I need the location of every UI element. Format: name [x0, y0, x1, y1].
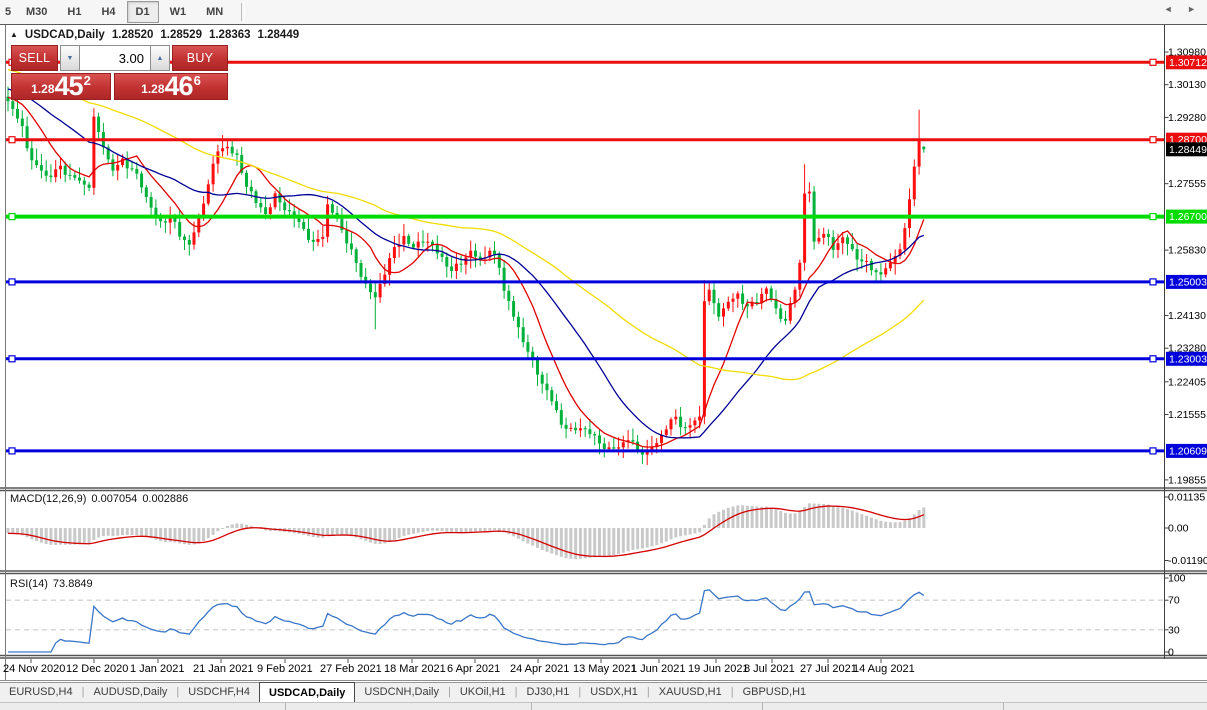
- svg-text:70: 70: [1168, 595, 1180, 607]
- macd-label: MACD(12,26,9) 0.007054 0.002886: [10, 493, 188, 505]
- sell-button[interactable]: SELL: [11, 45, 58, 71]
- chart-symbol-label: USDCAD,Daily: [24, 29, 105, 41]
- chart-header: ▲ USDCAD,Daily 1.28520 1.28529 1.28363 1…: [10, 29, 299, 41]
- one-click-trade-panel: SELL ▼ 3.00 ▲ BUY 1.28 45 2 1.28 46 6: [11, 45, 228, 100]
- ohlc-open: 1.28520: [111, 29, 154, 41]
- svg-text:27 Feb 2021: 27 Feb 2021: [320, 663, 382, 675]
- timeframe-button-MN[interactable]: MN: [197, 1, 232, 23]
- rsi-label: RSI(14) 73.8849: [10, 578, 93, 590]
- timeframe-button-H1[interactable]: H1: [58, 1, 90, 23]
- svg-text:1.30130: 1.30130: [1168, 79, 1206, 91]
- sell-price-pip: 2: [83, 73, 91, 88]
- svg-text:27 Jul 2021: 27 Jul 2021: [800, 663, 857, 675]
- svg-text:1 Jun 2021: 1 Jun 2021: [631, 663, 685, 675]
- buy-price-pip: 6: [193, 73, 201, 88]
- svg-text:8 Jul 2021: 8 Jul 2021: [744, 663, 795, 675]
- svg-text:12 Dec 2020: 12 Dec 2020: [66, 663, 128, 675]
- tab-usdx-h1[interactable]: USDX,H1: [581, 683, 647, 703]
- timeframe-button-W1[interactable]: W1: [161, 1, 196, 23]
- svg-text:0: 0: [1168, 647, 1174, 659]
- rsi-value: 73.8849: [52, 578, 93, 590]
- svg-text:13 May 2021: 13 May 2021: [573, 663, 637, 675]
- tab-xauusd-h1[interactable]: XAUUSD,H1: [650, 683, 731, 703]
- svg-text:1.24130: 1.24130: [1168, 310, 1206, 322]
- svg-text:24 Apr 2021: 24 Apr 2021: [510, 663, 569, 675]
- tab-usdcad-daily[interactable]: USDCAD,Daily: [259, 682, 356, 703]
- macd-name: MACD(12,26,9): [10, 493, 87, 505]
- tab-gbpusd-h1[interactable]: GBPUSD,H1: [734, 683, 816, 703]
- svg-text:1.25830: 1.25830: [1168, 245, 1206, 257]
- svg-text:30: 30: [1168, 624, 1180, 636]
- volume-stepper: ▼ 3.00 ▲: [60, 45, 170, 71]
- macd-signal-value: 0.002886: [142, 493, 189, 505]
- svg-text:1.30980: 1.30980: [1168, 47, 1206, 59]
- svg-text:100: 100: [1168, 573, 1186, 585]
- svg-text:1.21555: 1.21555: [1168, 409, 1206, 421]
- svg-text:1 Jan 2021: 1 Jan 2021: [130, 663, 184, 675]
- svg-text:1.28449: 1.28449: [1169, 144, 1207, 156]
- svg-text:21 Jan 2021: 21 Jan 2021: [193, 663, 254, 675]
- tab-eurusd-h4[interactable]: EURUSD,H4: [0, 683, 82, 703]
- timeframe-button-H4[interactable]: H4: [92, 1, 124, 23]
- timeframe-toolbar: 5 M30 H1 H4 D1 W1 MN: [0, 0, 1207, 25]
- tab-dj30-h1[interactable]: DJ30,H1: [518, 683, 579, 703]
- svg-text:1.26700: 1.26700: [1169, 211, 1207, 223]
- svg-text:1.22405: 1.22405: [1168, 376, 1206, 388]
- tab-usdcnh-daily[interactable]: USDCNH,Daily: [355, 683, 448, 703]
- svg-text:-0.01190: -0.01190: [1168, 555, 1207, 567]
- ohlc-close: 1.28449: [257, 29, 300, 41]
- chart-tab-bar: EURUSD,H4 | AUDUSD,Daily | USDCHF,H4 USDCAD,D…: [0, 682, 1207, 703]
- timeframe-button-M30[interactable]: M30: [17, 1, 56, 23]
- svg-text:0.01135: 0.01135: [1168, 492, 1205, 504]
- volume-input[interactable]: 3.00: [80, 45, 150, 71]
- svg-text:24 Nov 2020: 24 Nov 2020: [3, 663, 65, 675]
- collapse-icon[interactable]: ▲: [10, 30, 18, 39]
- svg-text:1.19855: 1.19855: [1168, 474, 1206, 486]
- tab-usdchf-h4[interactable]: USDCHF,H4: [179, 683, 259, 703]
- svg-text:1.23280: 1.23280: [1168, 343, 1206, 355]
- volume-increase-icon[interactable]: ▲: [150, 45, 170, 71]
- svg-text:9 Feb 2021: 9 Feb 2021: [257, 663, 313, 675]
- buy-price-prefix: 1.28: [141, 82, 165, 96]
- svg-text:0.00: 0.00: [1168, 523, 1189, 535]
- rsi-name: RSI(14): [10, 578, 48, 590]
- timeframe-button-D1[interactable]: D1: [126, 1, 159, 23]
- sell-price-main: 45: [54, 73, 84, 100]
- svg-text:1.29280: 1.29280: [1168, 112, 1206, 124]
- sell-price-display[interactable]: 1.28 45 2: [11, 73, 111, 100]
- buy-button[interactable]: BUY: [172, 45, 228, 71]
- svg-text:1.25003: 1.25003: [1169, 276, 1207, 288]
- buy-price-display[interactable]: 1.28 46 6: [114, 73, 228, 100]
- chart-canvas[interactable]: 1.30712 1.28 70 0 1.26700 1.25003 1.23003 1.206…: [0, 25, 1207, 682]
- svg-text:19 Jun 2021: 19 Jun 2021: [688, 663, 749, 675]
- macd-value: 0.007054: [91, 493, 138, 505]
- ohlc-high: 1.28529: [160, 29, 202, 41]
- toolbar-separator: [241, 3, 246, 21]
- tab-scroll-arrows[interactable]: ◄ ►: [1164, 4, 1202, 14]
- svg-text:6 Apr 2021: 6 Apr 2021: [447, 663, 500, 675]
- svg-text:1.30712: 1.30712: [1169, 57, 1207, 69]
- svg-text:1.20609: 1.20609: [1169, 445, 1207, 457]
- svg-text:1.27555: 1.27555: [1168, 178, 1206, 190]
- svg-text:14 Aug 2021: 14 Aug 2021: [853, 663, 915, 675]
- timeframe-button-5[interactable]: 5: [1, 1, 15, 23]
- tab-audusd-daily[interactable]: AUDUSD,Daily: [84, 683, 176, 703]
- svg-text:1.23003: 1.23003: [1169, 353, 1207, 365]
- sell-price-prefix: 1.28: [31, 82, 55, 96]
- tab-ukoil-h1[interactable]: UKOil,H1: [451, 683, 515, 703]
- ohlc-low: 1.28363: [208, 29, 251, 41]
- volume-decrease-icon[interactable]: ▼: [60, 45, 80, 71]
- svg-text:18 Mar 2021: 18 Mar 2021: [384, 663, 446, 675]
- buy-price-main: 46: [164, 73, 194, 100]
